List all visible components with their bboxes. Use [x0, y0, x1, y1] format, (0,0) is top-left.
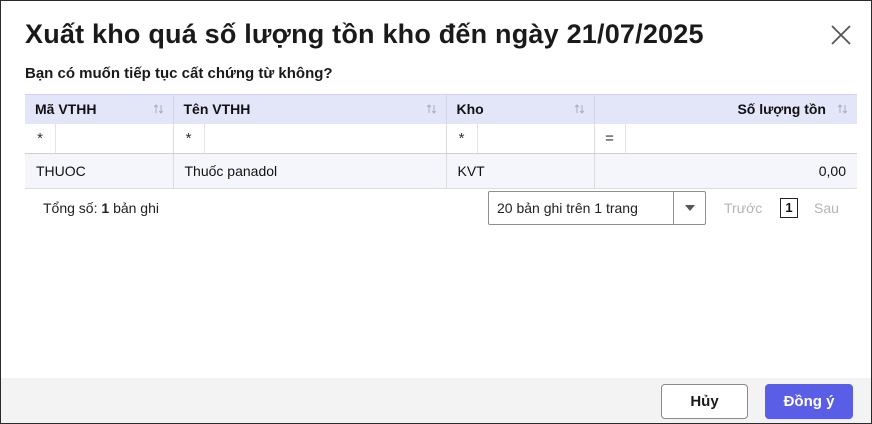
cancel-button[interactable]: Hủy: [661, 384, 748, 419]
chevron-down-icon: [684, 205, 695, 211]
column-header-label: Số lượng tồn: [737, 101, 826, 118]
sort-icon[interactable]: [426, 103, 438, 115]
cell-kho: KVT: [446, 153, 595, 189]
filter-input-ten-vthh[interactable]: [205, 124, 446, 153]
column-header-label: Kho: [456, 101, 484, 118]
filter-input-ma-vthh[interactable]: [56, 124, 173, 153]
close-icon: [831, 25, 851, 45]
total-records: Tổng số: 1 bản ghi: [43, 200, 159, 216]
column-header-label: Tên VTHH: [183, 101, 251, 118]
filter-input-kho[interactable]: [478, 124, 594, 153]
inventory-table: Mã VTHH Tên VTHH Kho Số lượng tồn * * * …: [25, 94, 857, 189]
dialog-title: Xuất kho quá số lượng tồn kho đến ngày 2…: [25, 19, 704, 49]
column-header-so-luong-ton[interactable]: Số lượng tồn: [594, 94, 857, 124]
dialog-question: Bạn có muốn tiếp tục cất chứng từ không?: [25, 65, 333, 82]
close-button[interactable]: [829, 23, 853, 47]
table-header-row: Mã VTHH Tên VTHH Kho Số lượng tồn: [25, 94, 857, 124]
filter-operator-button[interactable]: *: [25, 123, 56, 153]
cell-ma-vthh: THUOC: [25, 153, 174, 189]
column-header-ma-vthh[interactable]: Mã VTHH: [25, 94, 174, 124]
filter-row: * * * =: [25, 123, 858, 154]
next-page-button[interactable]: Sau: [814, 200, 839, 216]
page-size-select[interactable]: 20 bản ghi trên 1 trang: [488, 191, 706, 225]
column-header-ten-vthh[interactable]: Tên VTHH: [173, 94, 447, 124]
table-row[interactable]: THUOC Thuốc panadol KVT 0,00: [25, 153, 857, 189]
cell-ten-vthh: Thuốc panadol: [173, 153, 447, 189]
total-count: 1: [101, 200, 110, 216]
column-header-kho[interactable]: Kho: [446, 94, 595, 124]
sort-icon[interactable]: [837, 103, 849, 115]
filter-operator-button[interactable]: *: [447, 123, 478, 153]
column-header-label: Mã VTHH: [35, 101, 97, 118]
total-prefix: Tổng số:: [43, 200, 98, 216]
cell-so-luong-ton: 0,00: [594, 153, 857, 189]
total-suffix: bản ghi: [113, 200, 159, 216]
page-number-button[interactable]: 1: [780, 198, 798, 218]
sort-icon[interactable]: [153, 103, 165, 115]
page-size-value: 20 bản ghi trên 1 trang: [497, 200, 638, 216]
dialog: Xuất kho quá số lượng tồn kho đến ngày 2…: [0, 0, 872, 424]
filter-input-so-luong-ton[interactable]: [626, 124, 858, 153]
sort-icon[interactable]: [574, 103, 586, 115]
dropdown-toggle[interactable]: [673, 192, 705, 224]
confirm-button[interactable]: Đồng ý: [765, 384, 853, 419]
prev-page-button[interactable]: Trước: [724, 200, 762, 216]
filter-operator-button[interactable]: =: [595, 123, 626, 153]
filter-operator-button[interactable]: *: [174, 123, 205, 153]
